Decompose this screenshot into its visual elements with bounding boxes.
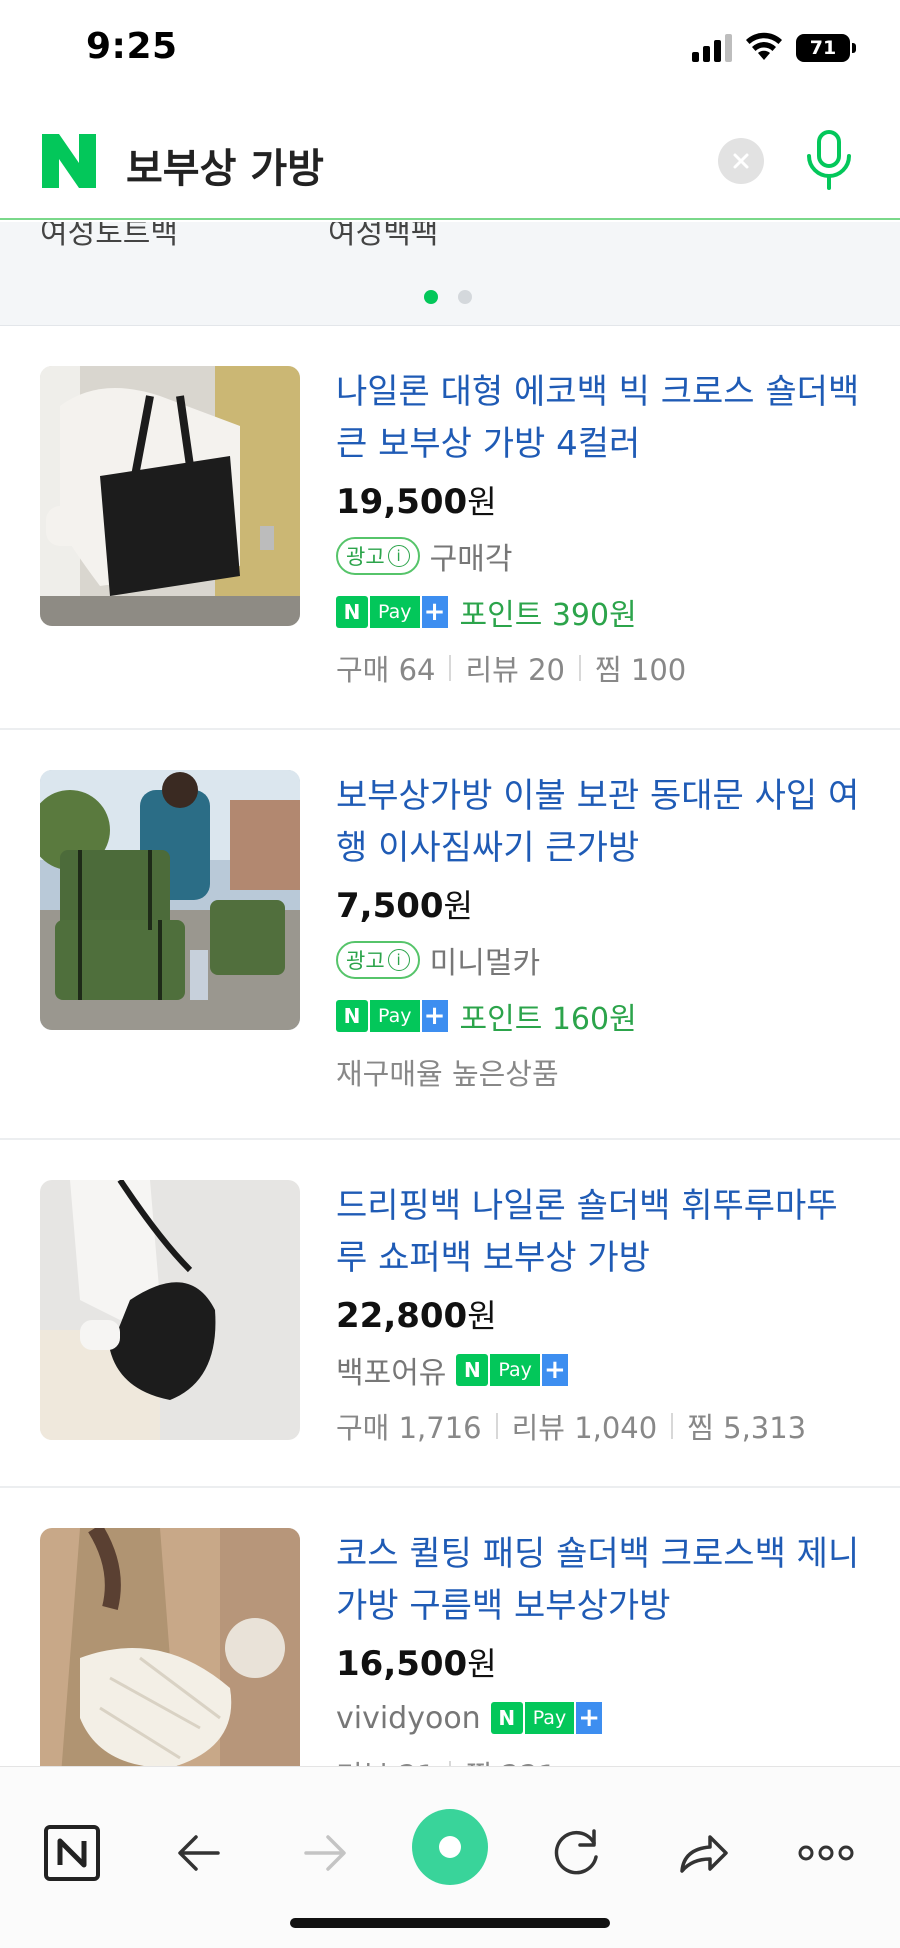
review-count: 리뷰 1,040: [511, 1411, 658, 1445]
seller-name[interactable]: vividyoon: [336, 1701, 481, 1736]
search-header: 보부상 가방: [0, 100, 900, 220]
category-carousel[interactable]: 여성토트백 여성백팩: [0, 222, 900, 326]
plus-icon: +: [419, 596, 448, 628]
home-indicator[interactable]: [290, 1918, 610, 1928]
close-icon: [733, 153, 749, 169]
price-value: 16,500: [336, 1644, 468, 1684]
back-arrow-icon[interactable]: [168, 1821, 232, 1885]
review-count: 리뷰 21: [336, 1753, 435, 1766]
price-value: 7,500: [336, 886, 444, 926]
product-item[interactable]: 코스 퀼팅 패딩 숄더백 크로스백 제니가방 구름백 보부상가방 16,500원…: [0, 1488, 900, 1766]
clear-search-button[interactable]: [718, 138, 764, 184]
naver-n-icon: [336, 596, 368, 628]
npay-plus-badge: Pay+: [490, 1702, 603, 1734]
wifi-icon: [746, 32, 782, 60]
npay-plus-badge: Pay+: [336, 596, 448, 628]
forward-arrow-icon[interactable]: [292, 1821, 356, 1885]
wish-count: 찜 221: [465, 1753, 556, 1766]
product-title[interactable]: 코스 퀼팅 패딩 숄더백 크로스백 제니가방 구름백 보부상가방: [336, 1528, 866, 1632]
product-image[interactable]: [40, 366, 300, 626]
product-price: 16,500원: [336, 1638, 866, 1690]
price-value: 22,800: [336, 1296, 468, 1336]
point-reward: 포인트 160원: [459, 1002, 637, 1037]
naver-n-icon: [336, 1000, 368, 1032]
product-image[interactable]: [40, 1180, 300, 1440]
more-icon[interactable]: [794, 1821, 858, 1885]
product-stats: 구매 1,716 리뷰 1,040 찜 5,313: [336, 1398, 866, 1454]
battery-level: 71: [796, 34, 850, 62]
product-price: 22,800원: [336, 1290, 866, 1342]
shoulder-bag-photo: [40, 1180, 300, 1440]
price-currency: 원: [467, 1297, 497, 1335]
product-title[interactable]: 드리핑백 나일론 숄더백 휘뚜루마뚜루 쇼퍼백 보부상 가방: [336, 1180, 866, 1284]
naver-n-icon: [490, 1702, 523, 1734]
naver-logo-icon[interactable]: [42, 134, 96, 188]
battery-icon: 71: [796, 34, 856, 62]
seller-name[interactable]: 백포어유: [336, 1348, 446, 1392]
search-query-input[interactable]: 보부상 가방: [126, 136, 324, 194]
naver-home-icon[interactable]: [40, 1821, 104, 1885]
refresh-icon[interactable]: [544, 1821, 608, 1885]
point-reward: 포인트 390원: [459, 598, 637, 633]
purchase-count: 구매 1,716: [336, 1411, 482, 1445]
plus-icon: +: [419, 1000, 448, 1032]
product-item[interactable]: 나일론 대형 에코백 빅 크로스 숄더백 큰 보부상 가방 4컬러 19,500…: [0, 326, 900, 730]
category-item[interactable]: 여성백팩: [328, 222, 438, 252]
product-item[interactable]: 드리핑백 나일론 숄더백 휘뚜루마뚜루 쇼퍼백 보부상 가방 22,800원 백…: [0, 1140, 900, 1488]
product-image[interactable]: [40, 1528, 300, 1766]
product-note: 재구매율 높은상품: [336, 1057, 559, 1091]
product-stats: 리뷰 21 찜 221: [336, 1746, 866, 1766]
category-item[interactable]: 여성토트백: [40, 222, 178, 252]
plus-icon: +: [574, 1702, 603, 1734]
cellular-signal-icon: [692, 34, 732, 62]
status-time: 9:25: [86, 26, 178, 67]
product-title[interactable]: 보부상가방 이불 보관 동대문 사입 여행 이사짐싸기 큰가방: [336, 770, 866, 874]
seller-name[interactable]: 미니멀카: [430, 938, 540, 982]
naver-n-icon: [456, 1354, 489, 1386]
tote-bag-photo: [40, 366, 300, 626]
product-image[interactable]: [40, 770, 300, 1030]
price-currency: 원: [443, 887, 473, 925]
wish-count: 찜 100: [594, 653, 687, 687]
seller-name[interactable]: 구매각: [430, 534, 513, 578]
microphone-icon[interactable]: [800, 128, 858, 192]
ad-badge[interactable]: 광고 i: [336, 941, 420, 979]
price-currency: 원: [467, 483, 497, 521]
carousel-pagination: [424, 290, 484, 306]
product-price: 7,500원: [336, 880, 866, 932]
plus-icon: +: [539, 1354, 568, 1386]
product-list: 나일론 대형 에코백 빅 크로스 숄더백 큰 보부상 가방 4컬러 19,500…: [0, 326, 900, 1766]
npay-plus-badge: Pay+: [456, 1354, 568, 1386]
pagination-dot-active[interactable]: [424, 290, 438, 304]
product-stats: 구매 64 리뷰 20 찜 100: [336, 640, 866, 696]
info-icon: i: [387, 949, 410, 971]
quilted-bag-photo: [40, 1528, 300, 1766]
npay-plus-badge: Pay+: [336, 1000, 448, 1032]
purchase-count: 구매 64: [336, 653, 436, 687]
price-currency: 원: [467, 1645, 497, 1683]
storage-bag-photo: [40, 770, 300, 1030]
price-value: 19,500: [336, 482, 468, 522]
product-title[interactable]: 나일론 대형 에코백 빅 크로스 숄더백 큰 보부상 가방 4컬러: [336, 366, 866, 470]
status-bar: 9:25 71: [0, 0, 900, 100]
green-dot-icon[interactable]: [410, 1805, 490, 1895]
ad-badge[interactable]: 광고 i: [336, 537, 420, 575]
product-price: 19,500원: [336, 476, 866, 528]
wish-count: 찜 5,313: [687, 1411, 807, 1445]
share-icon[interactable]: [670, 1821, 734, 1885]
info-icon: i: [387, 545, 410, 567]
pagination-dot[interactable]: [458, 290, 472, 304]
product-item[interactable]: 보부상가방 이불 보관 동대문 사입 여행 이사짐싸기 큰가방 7,500원 광…: [0, 730, 900, 1140]
review-count: 리뷰 20: [465, 653, 565, 687]
